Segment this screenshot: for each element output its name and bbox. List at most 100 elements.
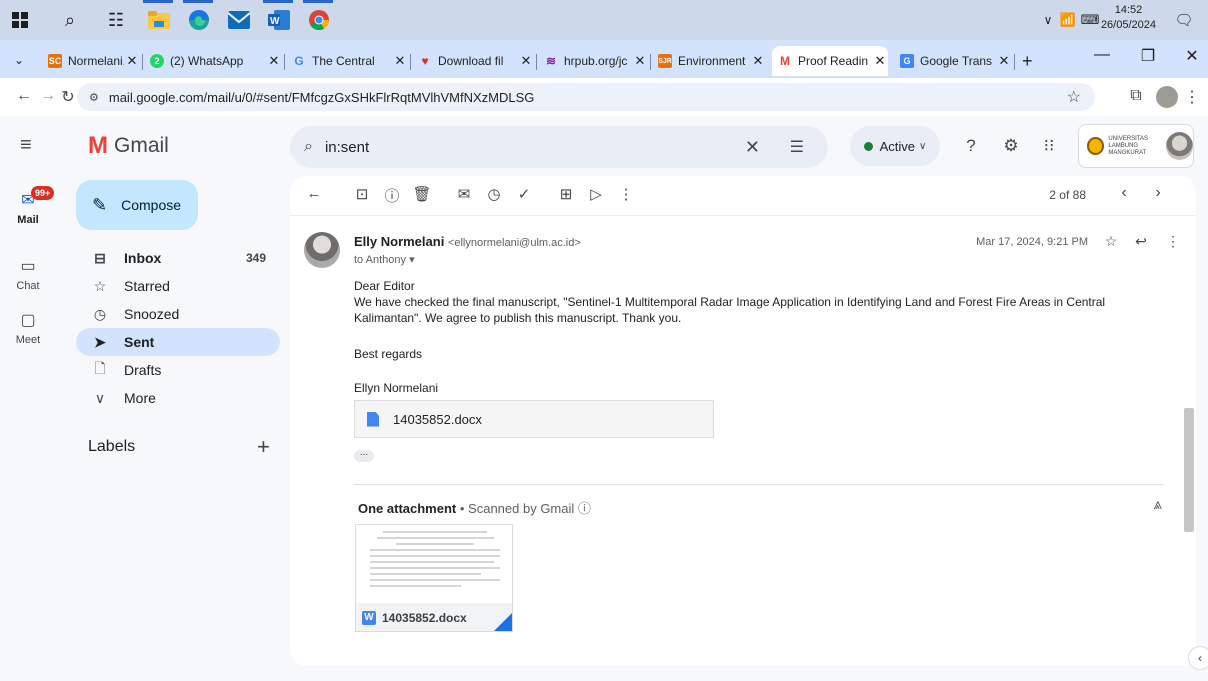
close-icon[interactable]: ✕ xyxy=(392,53,408,69)
gmail-sidenav: ✎ Compose ⊟ Inbox 349 ☆ Starred ◷ Snooze… xyxy=(72,176,288,681)
help-icon[interactable]: ? xyxy=(960,136,982,156)
close-icon[interactable]: ✕ xyxy=(632,53,648,69)
compose-button[interactable]: ✎ Compose xyxy=(76,180,198,230)
recipient-line[interactable]: to Anthony ▾ xyxy=(354,253,415,266)
sender-avatar[interactable] xyxy=(304,232,340,268)
notifications-icon[interactable]: 🗨 xyxy=(1170,6,1198,34)
move-to-icon[interactable]: ⊞ xyxy=(556,185,576,203)
tab-hrpub[interactable]: ≋ hrpub.org/jc ✕ xyxy=(538,46,648,76)
sidebar-item-more[interactable]: ∨ More xyxy=(76,384,280,412)
chrome-browser-icon[interactable] xyxy=(305,6,333,34)
file-explorer-icon[interactable] xyxy=(145,6,173,34)
info-icon[interactable]: ⓘ xyxy=(578,501,591,516)
account-switcher[interactable]: UNIVERSITAS LAMBUNG MANGKURAT xyxy=(1078,124,1194,168)
close-window-button[interactable]: ✕ xyxy=(1180,46,1204,66)
add-label-icon[interactable]: + xyxy=(257,434,270,460)
tab-separator xyxy=(142,54,143,70)
add-to-drive-icon[interactable]: ⩓ xyxy=(1154,496,1162,513)
status-chip[interactable]: Active ∨ xyxy=(850,126,940,166)
main-menu-icon[interactable]: ≡ xyxy=(20,134,32,157)
tab-whatsapp[interactable]: 2 (2) WhatsApp ✕ xyxy=(144,46,282,76)
report-spam-icon[interactable]: ⓘ xyxy=(382,185,402,206)
tab-environment[interactable]: SJR Environment ✕ xyxy=(652,46,766,76)
gear-icon[interactable]: ⚙ xyxy=(1000,136,1022,156)
apps-grid-icon[interactable]: ⁝⁝ xyxy=(1038,136,1060,156)
snooze-icon[interactable]: ◷ xyxy=(484,185,504,203)
address-bar[interactable]: ⚙ mail.google.com/mail/u/0/#sent/FMfcgzG… xyxy=(77,83,1095,111)
new-tab-button[interactable]: + xyxy=(1016,46,1040,76)
back-arrow-icon[interactable]: ← xyxy=(14,87,34,105)
sidebar-item-snoozed[interactable]: ◷ Snoozed xyxy=(76,300,280,328)
sidebar-item-starred[interactable]: ☆ Starred xyxy=(76,272,280,300)
close-icon[interactable]: ✕ xyxy=(266,53,282,69)
pager-text: 2 of 88 xyxy=(1049,188,1086,202)
sender-name[interactable]: Elly Normelani xyxy=(354,234,444,249)
profile-avatar[interactable] xyxy=(1156,86,1178,108)
minimize-button[interactable]: — xyxy=(1090,46,1114,64)
sidebar-item-drafts[interactable]: 🗋 Drafts xyxy=(76,356,280,384)
translate-favicon-icon: G xyxy=(900,54,914,68)
close-icon[interactable]: ✕ xyxy=(518,53,534,69)
more-vert-icon[interactable]: ⋮ xyxy=(616,185,636,203)
restore-button[interactable]: ❐ xyxy=(1136,46,1160,66)
close-icon[interactable]: ✕ xyxy=(872,53,888,69)
taskbar-clock[interactable]: 14:52 26/05/2024 xyxy=(1101,3,1156,33)
attachment-thumbnail[interactable]: W 14035852.docx xyxy=(355,524,513,632)
label-icon[interactable]: ▷ xyxy=(586,185,606,203)
word-app-icon[interactable]: W xyxy=(265,6,293,34)
tab-the-central[interactable]: G The Central ✕ xyxy=(286,46,408,76)
search-icon[interactable]: ⌕ xyxy=(56,6,84,34)
keyboard-icon[interactable]: ⌨ xyxy=(1076,6,1104,34)
sidebar-item-sent[interactable]: ➤ Sent xyxy=(76,328,280,356)
trash-icon[interactable]: 🗑 xyxy=(412,185,432,203)
extensions-icon[interactable]: ⧉ xyxy=(1126,87,1146,105)
reply-icon[interactable]: ↩ xyxy=(1132,233,1150,250)
search-options-icon[interactable]: ☰ xyxy=(790,137,804,157)
scrollbar-thumb[interactable] xyxy=(1184,408,1194,532)
tab-google-translate[interactable]: G Google Trans ✕ xyxy=(894,46,1012,76)
search-bar[interactable]: ⌕ in:sent ✕ ☰ xyxy=(290,126,828,168)
older-chevron-icon[interactable]: › xyxy=(1148,184,1168,202)
edge-browser-icon[interactable] xyxy=(185,6,213,34)
newer-chevron-icon[interactable]: ‹ xyxy=(1114,184,1134,202)
search-icon[interactable]: ⌕ xyxy=(304,138,313,156)
tab-download[interactable]: ♥ Download fil ✕ xyxy=(412,46,534,76)
forward-arrow-icon[interactable]: → xyxy=(38,87,58,105)
show-trimmed-content-button[interactable]: ... xyxy=(354,448,374,462)
tab-separator xyxy=(650,54,651,70)
sidebar-item-label: Starred xyxy=(124,278,170,294)
tab-search-button[interactable]: ⌄ xyxy=(8,48,34,72)
tab-separator xyxy=(410,54,411,70)
star-icon[interactable]: ☆ xyxy=(1102,233,1120,250)
add-task-icon[interactable]: ✓ xyxy=(514,185,534,203)
side-panel-toggle[interactable]: ‹ xyxy=(1188,646,1208,670)
reload-icon[interactable]: ↻ xyxy=(58,87,78,107)
rail-meet[interactable]: ▢ Meet xyxy=(0,310,56,346)
task-view-icon[interactable]: ☷ xyxy=(102,6,130,34)
archive-icon[interactable]: ⊡ xyxy=(352,185,372,203)
mark-unread-icon[interactable]: ✉ xyxy=(454,185,474,203)
site-info-icon[interactable]: ⚙ xyxy=(89,91,99,104)
browser-menu-icon[interactable]: ⋮ xyxy=(1182,87,1202,107)
close-icon[interactable]: ✕ xyxy=(750,53,766,69)
caret-down-icon: ▾ xyxy=(409,254,415,266)
search-input[interactable]: in:sent xyxy=(325,139,369,156)
clear-search-icon[interactable]: ✕ xyxy=(745,137,760,158)
close-icon[interactable]: ✕ xyxy=(996,53,1012,69)
gmail-logo[interactable]: M Gmail xyxy=(88,132,169,160)
rail-chat[interactable]: ▭ Chat xyxy=(0,256,56,292)
back-arrow-icon[interactable]: ← xyxy=(304,185,324,202)
tab-proof-reading[interactable]: M Proof Readin ✕ xyxy=(772,46,888,76)
inline-attachment-chip[interactable]: 14035852.docx xyxy=(354,400,714,438)
mail-app-icon[interactable] xyxy=(225,6,253,34)
windows-start-icon[interactable] xyxy=(6,6,34,34)
sidebar-item-inbox[interactable]: ⊟ Inbox 349 xyxy=(76,244,280,272)
more-vert-icon[interactable]: ⋮ xyxy=(1164,233,1182,250)
gmail-favicon-icon: M xyxy=(780,54,790,68)
tab-normelani[interactable]: SC Normelani, E ✕ xyxy=(42,46,140,76)
tab-separator xyxy=(284,54,285,70)
close-icon[interactable]: ✕ xyxy=(124,53,140,69)
tab-title: hrpub.org/jc xyxy=(564,54,628,68)
pencil-icon: ✎ xyxy=(92,194,108,215)
bookmark-star-icon[interactable]: ☆ xyxy=(1067,87,1081,107)
